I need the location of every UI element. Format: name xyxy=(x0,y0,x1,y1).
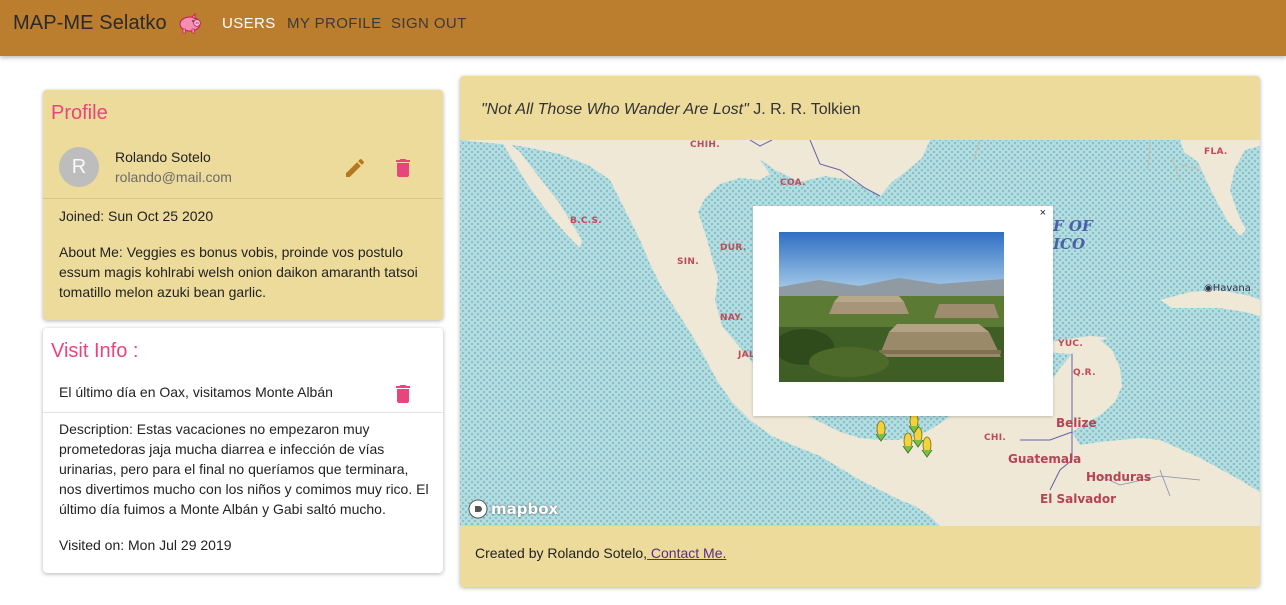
map-label-belize: Belize xyxy=(1056,416,1097,430)
map-popup: × xyxy=(753,206,1053,416)
mapbox-attribution: mapbox xyxy=(491,500,559,518)
map-label-bcs: B.C.S. xyxy=(570,216,603,226)
divider xyxy=(43,412,443,413)
user-email: rolando@mail.com xyxy=(115,169,232,185)
map-label-chih: CHIH. xyxy=(690,140,720,150)
map-view[interactable]: CHIH. COA. B.C.S. DUR. SIN. NAY. JAL YUC… xyxy=(460,140,1260,526)
contact-link[interactable]: Contact Me. xyxy=(647,545,727,561)
visit-heading: El último día en Oax, visitamos Monte Al… xyxy=(59,384,333,400)
visited-on: Visited on: Mon Jul 29 2019 xyxy=(59,537,232,553)
visit-title: Visit Info : xyxy=(51,340,139,362)
quote-author: J. R. R. Tolkien xyxy=(748,101,861,118)
map-label-fla: FLA. xyxy=(1204,147,1228,157)
map-label-gulf-line1: F OF xyxy=(1053,217,1093,235)
pig-icon xyxy=(179,13,201,34)
joined-date: Joined: Sun Oct 25 2020 xyxy=(59,208,214,224)
map-label-qr: Q.R. xyxy=(1073,368,1096,378)
quote-text: "Not All Those Who Wander Are Lost" xyxy=(481,101,749,118)
profile-title: Profile xyxy=(51,102,108,124)
map-label-gulf-line2: ICO xyxy=(1053,235,1086,253)
nav-my-profile[interactable]: MY PROFILE xyxy=(287,15,382,32)
trash-icon[interactable] xyxy=(391,156,415,180)
map-label-havana: ◉Havana xyxy=(1204,283,1251,294)
pencil-icon[interactable] xyxy=(343,156,367,180)
footer: Created by Rolando Sotelo, Contact Me. xyxy=(475,545,726,561)
nav-users[interactable]: USERS xyxy=(222,15,276,32)
visit-description: Description: Estas vacaciones no empezar… xyxy=(59,421,429,517)
app-bar: MAP-ME Selatko USERS MY PROFILE SIGN OUT xyxy=(0,0,1286,56)
havana-text: Havana xyxy=(1212,283,1251,294)
mapbox-icon xyxy=(468,499,488,519)
map-label-nay: NAY. xyxy=(720,313,744,323)
close-icon[interactable]: × xyxy=(1040,207,1046,219)
nav-sign-out[interactable]: SIGN OUT xyxy=(391,15,467,32)
map-label-yuc: YUC. xyxy=(1058,339,1084,349)
map-card: "Not All Those Who Wander Are Lost" J. R… xyxy=(460,76,1260,587)
footer-created-by: Created by Rolando Sotelo, xyxy=(475,545,647,561)
map-label-guatemala: Guatemala xyxy=(1008,452,1082,466)
profile-card: Profile R Rolando Sotelo rolando@mail.co… xyxy=(43,90,443,320)
map-label-chi: CHI. xyxy=(984,433,1007,443)
avatar: R xyxy=(59,147,99,187)
visit-info-card: Visit Info : El último día en Oax, visit… xyxy=(43,328,443,573)
about-me: About Me: Veggies es bonus vobis, proind… xyxy=(59,244,418,300)
map-label-dur: DUR. xyxy=(720,243,747,253)
corn-marker-icon[interactable] xyxy=(875,420,887,442)
user-name: Rolando Sotelo xyxy=(115,149,211,165)
map-label-coa: COA. xyxy=(780,178,806,188)
trash-icon[interactable] xyxy=(391,382,415,406)
corn-marker-icon[interactable] xyxy=(921,436,933,458)
quote: "Not All Those Who Wander Are Lost" J. R… xyxy=(481,101,861,119)
app-title[interactable]: MAP-ME Selatko xyxy=(13,12,167,35)
map-label-el-salvador: El Salvador xyxy=(1040,492,1117,506)
mapbox-logo[interactable]: mapbox xyxy=(468,499,558,519)
map-label-honduras: Honduras xyxy=(1086,470,1152,484)
monte-alban-photo xyxy=(779,232,1004,382)
map-label-sin: SIN. xyxy=(677,257,699,267)
divider xyxy=(43,198,443,199)
